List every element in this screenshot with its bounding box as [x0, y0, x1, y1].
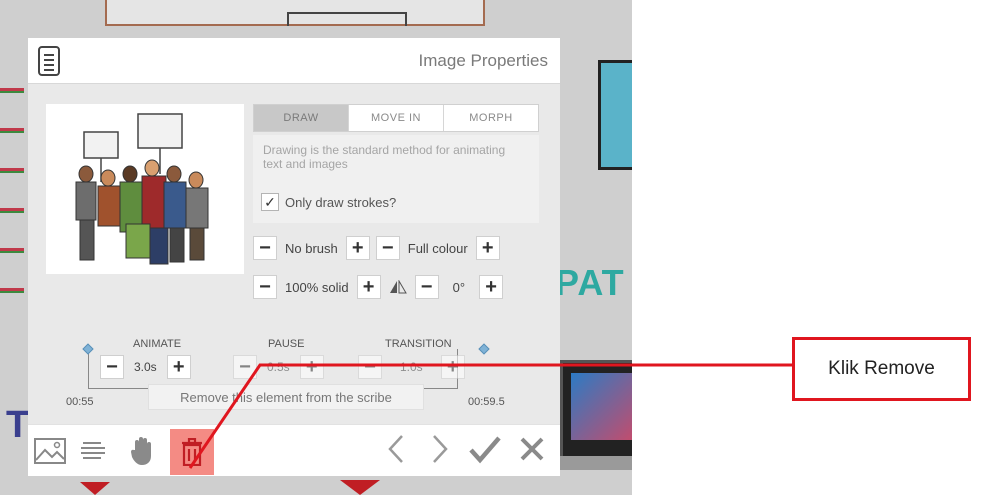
- pause-increase-button[interactable]: +: [299, 355, 324, 379]
- dialog-title: Image Properties: [418, 51, 548, 70]
- colour-decrease-button[interactable]: −: [375, 236, 400, 260]
- opacity-rotation-row: − 100% solid + − 0° +: [253, 275, 504, 299]
- animate-increase-button[interactable]: +: [166, 355, 191, 379]
- screenshot-stage: PAT T Image Properties DRAW MOVE IN MORP…: [0, 0, 1000, 495]
- start-time: 00:55: [66, 396, 94, 408]
- opacity-decrease-button[interactable]: −: [253, 275, 277, 299]
- canvas-text-fragment: PAT: [555, 262, 625, 303]
- canvas-frame-top: [105, 0, 485, 26]
- document-icon[interactable]: [38, 46, 60, 76]
- colour-increase-button[interactable]: +: [475, 236, 500, 260]
- pause-value: 0.5s: [267, 360, 290, 374]
- annotation-callout: Klik Remove: [792, 337, 971, 401]
- transition-value: 1.0s: [400, 360, 423, 374]
- dialog-footer-toolbar: [28, 424, 560, 476]
- tab-draw[interactable]: DRAW: [254, 105, 349, 131]
- draw-description: Drawing is the standard method for anima…: [263, 143, 506, 171]
- chevron-right-icon[interactable]: [430, 433, 450, 473]
- hand-icon[interactable]: [122, 431, 162, 471]
- brush-decrease-button[interactable]: −: [253, 236, 277, 260]
- remove-tooltip: Remove this element from the scribe: [148, 384, 424, 410]
- animate-stepper: − 3.0s +: [100, 354, 191, 380]
- tab-morph[interactable]: MORPH: [444, 105, 538, 131]
- canvas-laptop-image: [555, 360, 632, 470]
- end-time: 00:59.5: [468, 396, 505, 408]
- image-properties-dialog: Image Properties DRAW MOVE IN MORPH Draw…: [28, 38, 560, 476]
- close-icon[interactable]: [518, 433, 546, 473]
- animate-value: 3.0s: [134, 360, 157, 374]
- rotation-increase-button[interactable]: +: [479, 275, 504, 299]
- rotation-decrease-button[interactable]: −: [414, 275, 439, 299]
- animate-decrease-button[interactable]: −: [100, 355, 124, 379]
- animation-mode-tabs: DRAW MOVE IN MORPH: [253, 104, 539, 132]
- canvas-decoration-lines: [0, 60, 24, 320]
- brush-label: No brush: [285, 240, 338, 256]
- only-draw-strokes-checkbox[interactable]: ✓: [261, 193, 279, 211]
- only-draw-strokes-label: Only draw strokes?: [285, 194, 397, 210]
- image-thumbnail: [46, 104, 244, 274]
- canvas-red-shape: [340, 480, 380, 495]
- transition-decrease-button[interactable]: −: [358, 355, 382, 379]
- draw-options-panel: Drawing is the standard method for anima…: [253, 135, 539, 223]
- rotation-label: 0°: [452, 279, 466, 295]
- image-icon[interactable]: [30, 431, 70, 471]
- trash-icon[interactable]: [170, 429, 214, 475]
- dialog-header: Image Properties: [28, 38, 560, 84]
- flip-icon[interactable]: [381, 280, 415, 294]
- pause-decrease-button[interactable]: −: [233, 355, 257, 379]
- checkmark-icon[interactable]: [468, 433, 502, 473]
- brush-increase-button[interactable]: +: [345, 236, 370, 260]
- pause-stepper: − 0.5s +: [233, 354, 324, 380]
- tab-move-in[interactable]: MOVE IN: [349, 105, 444, 131]
- canvas-letter-fragment: T: [6, 404, 30, 446]
- colour-label: Full colour: [407, 240, 468, 256]
- chevron-left-icon[interactable]: [386, 433, 406, 473]
- canvas-red-shape: [80, 482, 110, 495]
- annotation-callout-text: Klik Remove: [828, 358, 935, 379]
- canvas-teal-box: [598, 60, 632, 170]
- transition-stepper: − 1.0s +: [358, 354, 465, 380]
- transition-increase-button[interactable]: +: [440, 355, 465, 379]
- opacity-increase-button[interactable]: +: [356, 275, 381, 299]
- brush-colour-row: − No brush + − Full colour +: [253, 236, 500, 260]
- only-draw-strokes-option[interactable]: ✓ Only draw strokes?: [261, 193, 396, 211]
- timeline-end-handle[interactable]: [478, 343, 490, 355]
- text-lines-icon[interactable]: [74, 431, 114, 471]
- opacity-label: 100% solid: [285, 279, 349, 295]
